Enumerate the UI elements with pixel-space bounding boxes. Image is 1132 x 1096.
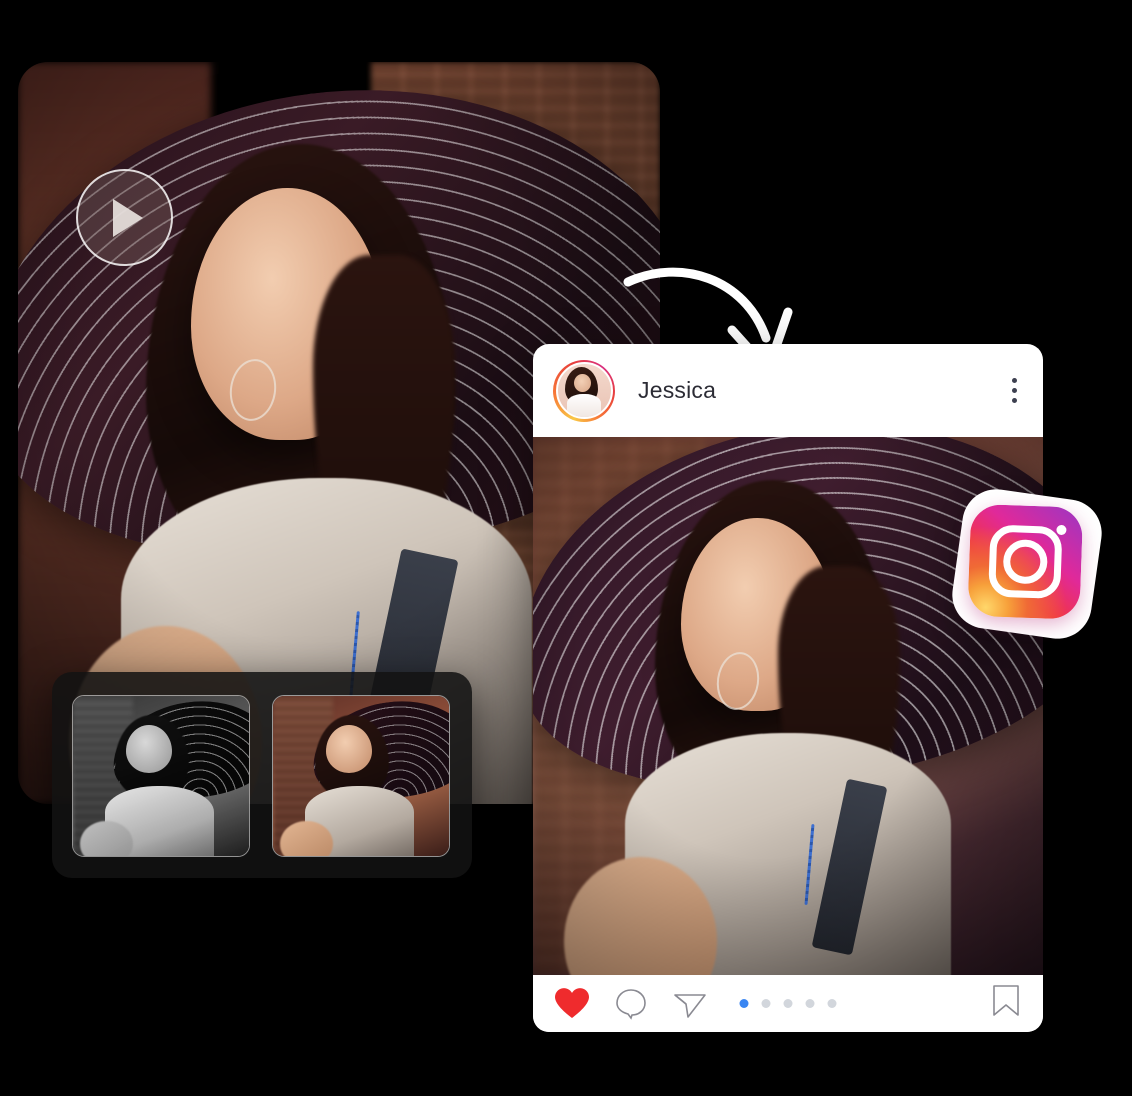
variant-thumbnails [52, 672, 472, 878]
post-header: Jessica [533, 344, 1043, 437]
instagram-logo-badge [947, 484, 1107, 644]
carousel-dot[interactable] [783, 999, 793, 1008]
bookmark-icon [993, 985, 1019, 1016]
carousel-dot[interactable] [827, 999, 837, 1008]
carousel-dot[interactable] [761, 999, 771, 1008]
share-button[interactable] [673, 988, 707, 1020]
instagram-icon [967, 503, 1084, 620]
share-icon [674, 993, 706, 1018]
carousel-indicator [739, 999, 837, 1008]
avatar[interactable] [553, 359, 615, 422]
heart-icon [555, 988, 589, 1018]
carousel-dot[interactable] [739, 999, 749, 1008]
instagram-post-card: Jessica [533, 344, 1043, 1032]
carousel-dot[interactable] [805, 999, 815, 1008]
play-icon [113, 198, 143, 237]
post-action-bar [533, 975, 1043, 1032]
post-username[interactable]: Jessica [638, 377, 716, 404]
thumbnail-color[interactable] [272, 695, 450, 857]
comment-icon [616, 988, 646, 1020]
thumbnail-bw[interactable] [72, 695, 250, 857]
more-options-icon[interactable] [1006, 372, 1023, 409]
canvas: Jessica [0, 0, 1132, 1096]
comment-button[interactable] [615, 988, 647, 1020]
like-button[interactable] [555, 988, 589, 1019]
save-button[interactable] [991, 984, 1021, 1023]
play-button[interactable] [76, 169, 173, 266]
